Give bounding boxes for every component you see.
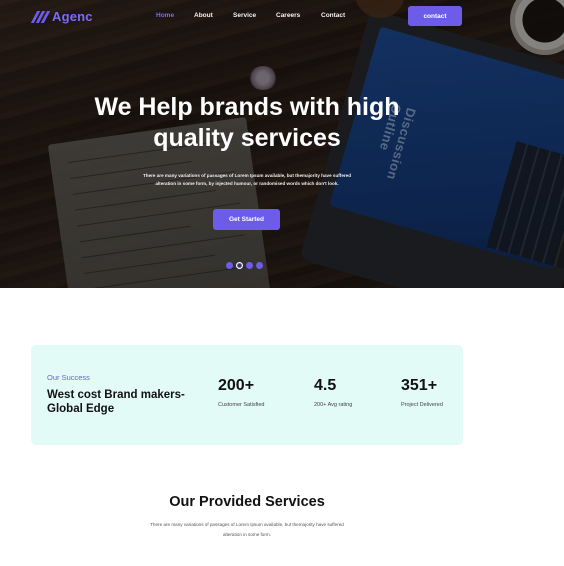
get-started-button[interactable]: Get Started	[213, 209, 280, 230]
stat-rating: 4.5 200+ Avg rating	[314, 377, 352, 408]
hero-description: There are many variations of passages of…	[142, 173, 352, 186]
stat-value: 351+	[401, 377, 438, 394]
services-title: Our Provided Services	[169, 494, 325, 510]
slider-dots	[226, 262, 263, 269]
slider-dot-2[interactable]	[236, 262, 243, 269]
logo-text: Agenc	[52, 9, 93, 24]
stat-customers: 200+ Customer Satisfied	[218, 377, 264, 408]
success-title: West cost Brand makers-Global Edge	[47, 389, 185, 415]
nav-item-careers[interactable]: Careers	[276, 12, 300, 19]
slider-dot-1[interactable]	[226, 262, 233, 269]
services-description: There are many variations of passages of…	[150, 522, 344, 537]
stat-label: Customer Satisfied	[218, 402, 265, 408]
success-card: Our Success West cost Brand makers-Globa…	[31, 345, 463, 445]
stat-value: 200+	[218, 377, 255, 394]
stat-label: Project Delivered	[401, 402, 443, 408]
success-label: Our Success	[47, 373, 90, 382]
hero-section: Discussion Outline Agenc Home About Servi…	[0, 0, 564, 288]
logo[interactable]: Agenc	[30, 9, 93, 24]
slider-dot-4[interactable]	[256, 262, 263, 269]
logo-icon	[30, 10, 51, 23]
stat-value: 4.5	[314, 377, 337, 394]
stat-projects: 351+ Project Delivered	[401, 377, 443, 408]
hero-title: We Help brands with high quality service…	[94, 93, 400, 152]
nav-item-contact[interactable]: Contact	[321, 12, 345, 19]
slider-dot-3[interactable]	[246, 262, 253, 269]
stat-label: 200+ Avg rating	[314, 402, 353, 408]
nav-item-home[interactable]: Home	[156, 12, 174, 19]
nav-item-service[interactable]: Service	[233, 12, 256, 19]
nav-item-about[interactable]: About	[194, 12, 213, 19]
contact-button[interactable]: contact	[408, 6, 462, 26]
